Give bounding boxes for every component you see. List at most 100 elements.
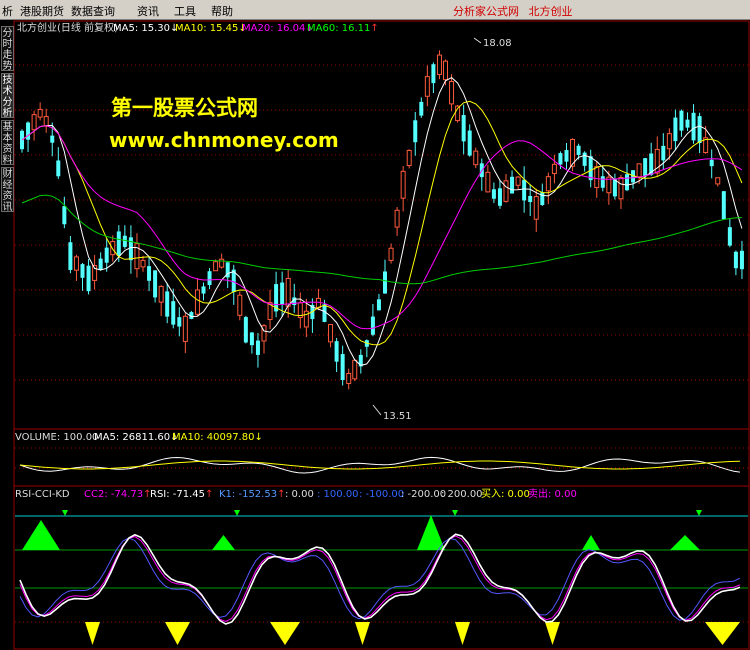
candle-body-down [376, 299, 381, 311]
candle-body-up [140, 259, 146, 268]
sell-signal-area [165, 622, 190, 645]
candle-body-down [383, 271, 387, 294]
tab-technical-analysis[interactable]: 技术分析 [1, 73, 14, 119]
ma10-label: MA10: 15.45↓ [175, 23, 247, 34]
candle-body-down [280, 282, 285, 305]
candle-body-down [612, 179, 617, 197]
candle-body-down [733, 251, 738, 269]
candle-body-down [497, 188, 502, 206]
candle-body-down [56, 160, 61, 177]
buy-signal-area [22, 520, 60, 550]
ma5-label: MA5: 15.30↓ [113, 23, 179, 34]
volume-ma5-line [19, 456, 740, 474]
candle-body-down [697, 116, 702, 143]
low-marker [372, 404, 382, 416]
candle-body-down [625, 174, 629, 191]
candle-body-down [340, 354, 345, 381]
candle-body-down [721, 191, 726, 220]
candle-body-down [467, 130, 472, 156]
candle-body-up [424, 76, 430, 97]
buy-signal-area [582, 535, 600, 550]
sell-signal-area [705, 622, 740, 645]
candle-body-down [50, 135, 55, 143]
candle-body-up [213, 261, 219, 272]
ma20-line [21, 125, 743, 330]
candle-body-down [171, 301, 176, 325]
candle-body-up [594, 166, 600, 188]
side-tab-bar: 分时走势 技术分析 基本资料 财经资讯 [0, 20, 14, 430]
volume-lines [19, 456, 740, 474]
main-panel-frame [13, 20, 750, 430]
candle-body-down [122, 235, 127, 247]
candle-body-down [370, 316, 375, 335]
candle-body-down [491, 189, 496, 199]
cc2-label: CC2: -74.73↑ [84, 489, 152, 500]
candle-body-up [515, 176, 521, 186]
candle-body-down [177, 317, 182, 327]
indicator-panel-frame [13, 485, 750, 650]
candle-body-up [352, 359, 358, 380]
candle-body-down [413, 120, 418, 143]
candle-body-down [419, 101, 424, 116]
candle-body-down [600, 176, 605, 188]
candle-body-down [201, 286, 206, 294]
high-price-label: 18.08 [483, 38, 512, 49]
candle-body-down [727, 227, 732, 246]
volume-ma10-label: MA10: 40097.80↓ [172, 432, 263, 443]
tab-fundamentals[interactable]: 基本资料 [1, 120, 14, 166]
candle-body-up [37, 108, 43, 118]
candle-body-down [255, 340, 260, 355]
candle-body-up [485, 171, 491, 193]
candle-body-down [62, 206, 67, 225]
candle-body-up [473, 150, 479, 166]
plus100-label: : 100.00 [317, 489, 359, 500]
watermark-title: 第一股票公式网 [111, 96, 258, 120]
candle-body-up [328, 324, 334, 343]
candle-body-up [636, 163, 642, 178]
sell-signal-area [85, 622, 100, 645]
candle-body-down [691, 112, 696, 141]
candle-body-down [104, 247, 109, 263]
candle-body-up [237, 294, 243, 316]
candle-body-down [128, 237, 133, 261]
candle-body-up [346, 373, 352, 384]
candle-body-up [43, 116, 49, 127]
volume-label: VOLUME: 100.00 [15, 432, 99, 443]
candle-body-down [116, 231, 121, 256]
candle-body-up [449, 81, 455, 105]
candle-body-down [528, 195, 533, 203]
candle-body-down [522, 179, 527, 201]
tab-intraday[interactable]: 分时走势 [1, 26, 14, 72]
candle-body-down [243, 317, 248, 343]
candle-body-up [406, 149, 412, 167]
buy-arrow-marker [452, 510, 458, 516]
candle-body-up [285, 277, 291, 307]
sell-signal-area [270, 622, 300, 645]
low-price-label: 13.51 [383, 411, 412, 422]
candle-body-up [618, 177, 624, 200]
candle-body-down [249, 332, 254, 346]
minus100-label: : -100.00 [359, 489, 405, 500]
buy-signal-area [417, 515, 445, 550]
candle-body-down [68, 242, 73, 270]
candle-body-up [182, 315, 188, 342]
candle-body-down [576, 145, 581, 155]
candle-body-down [147, 266, 152, 281]
rsi-label: RSI: -71.45↑ [150, 489, 214, 500]
k1-label: K1: -152.53↑ [219, 489, 286, 500]
candle-body-down [431, 64, 436, 84]
buy-arrow-marker [234, 510, 240, 516]
buy-arrow-marker [696, 510, 702, 516]
candle-body-down [661, 145, 666, 161]
ma20-label: MA20: 16.04↓ [242, 23, 314, 34]
candle-body-down [153, 270, 158, 298]
candle-body-down [643, 158, 648, 177]
tab-financial-news[interactable]: 财经资讯 [1, 167, 14, 213]
watermark-url: www.chnmoney.com [109, 128, 339, 152]
candle-body-down [80, 264, 85, 278]
volume-ma5-label: MA5: 26811.60↓ [94, 432, 179, 443]
candle-body-up [443, 60, 448, 81]
candle-body-up [388, 247, 394, 261]
candle-body-up [533, 196, 539, 220]
candle-body-down [685, 119, 690, 128]
